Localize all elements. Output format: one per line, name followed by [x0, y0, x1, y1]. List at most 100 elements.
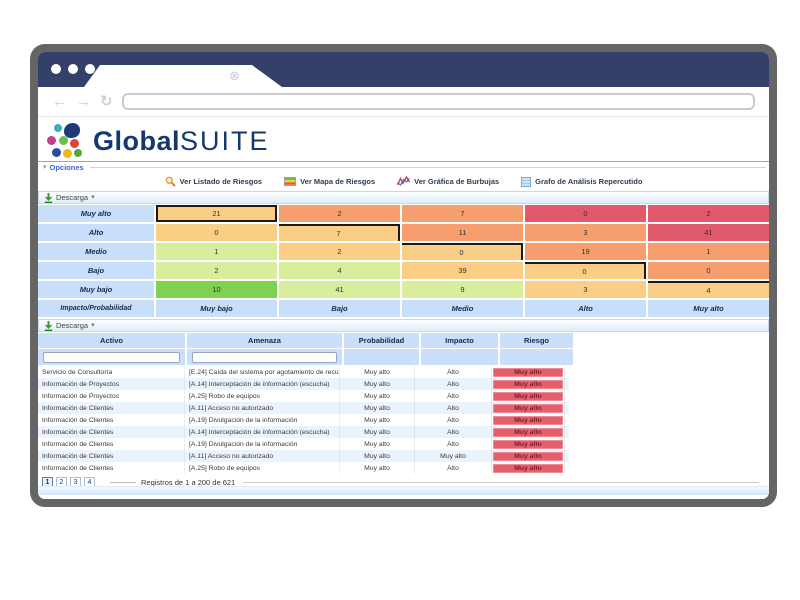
matrix-cell[interactable]: 11 [402, 224, 523, 241]
table-download-button[interactable]: Descarga ▾ [44, 321, 95, 331]
table-cell: Muy alto [415, 450, 492, 462]
matrix-row-label: Medio [38, 243, 154, 260]
table-cell: Muy alto [340, 426, 415, 438]
matrix-cell[interactable]: 2 [279, 205, 400, 222]
matrix-cell[interactable]: 41 [648, 224, 769, 241]
table-cell: Muy alto [340, 390, 415, 402]
table-cell: Alto [415, 462, 492, 474]
tab-close-icon[interactable]: ⊗ [229, 68, 240, 84]
risk-badge: Muy alto [493, 380, 563, 389]
reload-button[interactable]: ↻ [100, 94, 113, 109]
table-row[interactable]: Servicio de Consultoría[E.24] Caída del … [38, 366, 569, 378]
matrix-cell[interactable]: 9 [402, 281, 523, 298]
table-cell: Alto [415, 414, 492, 426]
dropdown-caret-icon: ▾ [91, 194, 95, 201]
divider [243, 482, 759, 483]
browser-window: ⊗ ← → ↻ GlobalSUITE ▾ Opciones [30, 44, 777, 507]
matrix-cell[interactable]: 0 [156, 224, 277, 241]
matrix-cell[interactable]: 0 [525, 205, 646, 222]
link-ver-mapa-riesgos[interactable]: Ver Mapa de Riesgos [284, 177, 375, 186]
matrix-cell[interactable]: 41 [279, 281, 400, 298]
table-cell: Muy alto [492, 462, 565, 474]
table-cell: [E.24] Caída del sistema por agotamiento… [185, 366, 340, 378]
table-cell: Información de Clientes [38, 438, 185, 450]
window-controls [51, 64, 95, 74]
table-row[interactable]: Información de Proyectos[A.14] Intercept… [38, 378, 569, 390]
browser-chrome-bar: ⊗ [38, 52, 769, 87]
matrix-cell[interactable]: 2 [648, 205, 769, 222]
amenaza-filter-input[interactable] [192, 352, 336, 363]
bubble-chart-icon [397, 176, 410, 187]
matrix-row-label: Alto [38, 224, 154, 241]
table-cell: Información de Clientes [38, 426, 185, 438]
matrix-corner-label: Impacto/Probabilidad [38, 300, 154, 317]
risk-map-icon [284, 177, 296, 186]
link-ver-grafica-burbujas[interactable]: Ver Gráfica de Burbujas [397, 176, 499, 187]
matrix-cell[interactable]: 1 [648, 243, 769, 260]
table-cell: Muy alto [492, 426, 565, 438]
column-header-impacto[interactable]: Impacto [421, 333, 498, 348]
table-row[interactable]: Información de Proyectos[A.25] Robo de e… [38, 390, 569, 402]
table-cell: [A.11] Acceso no autorizado [185, 402, 340, 414]
table-cell: Muy alto [492, 414, 565, 426]
table-row[interactable]: Información de Clientes[A.25] Robo de eq… [38, 462, 569, 474]
table-cell: Alto [415, 402, 492, 414]
matrix-cell[interactable]: 19 [525, 243, 646, 260]
matrix-row-label: Muy alto [38, 205, 154, 222]
activo-filter-input[interactable] [43, 352, 180, 363]
matrix-cell[interactable]: 4 [648, 281, 769, 298]
link-grafo-analisis-repercutido[interactable]: Grafo de Análisis Repercutido [521, 177, 642, 187]
table-cell: Información de Proyectos [38, 390, 185, 402]
table-cell: Muy alto [492, 450, 565, 462]
column-header-probabilidad[interactable]: Probabilidad [344, 333, 419, 348]
collapse-caret-icon[interactable]: ▾ [43, 164, 47, 171]
matrix-cell[interactable]: 7 [402, 205, 523, 222]
table-cell: Muy alto [492, 366, 565, 378]
matrix-cell[interactable]: 0 [402, 243, 523, 260]
forward-button[interactable]: → [76, 94, 91, 109]
table-cell: Alto [415, 426, 492, 438]
table-row[interactable]: Información de Clientes[A.19] Divulgació… [38, 438, 569, 450]
link-ver-listado-riesgos[interactable]: Ver Listado de Riesgos [165, 176, 263, 187]
column-header-amenaza[interactable]: Amenaza [187, 333, 342, 348]
risk-badge: Muy alto [493, 440, 563, 449]
matrix-cell[interactable]: 4 [279, 262, 400, 279]
matrix-cell[interactable]: 3 [525, 224, 646, 241]
options-label[interactable]: Opciones [50, 163, 84, 172]
url-input[interactable] [122, 93, 755, 110]
table-cell: [A.14] Interceptación de información (es… [185, 426, 340, 438]
matrix-cell[interactable]: 3 [525, 281, 646, 298]
matrix-col-label: Muy bajo [156, 300, 277, 317]
matrix-cell[interactable]: 2 [156, 262, 277, 279]
filter-cell [421, 349, 498, 365]
table-cell: [A.19] Divulgación de la información [185, 414, 340, 426]
table-cell: Muy alto [340, 462, 415, 474]
table-row[interactable]: Información de Clientes[A.11] Acceso no … [38, 450, 569, 462]
back-button[interactable]: ← [52, 94, 67, 109]
risk-badge: Muy alto [493, 452, 563, 461]
matrix-cell[interactable]: 0 [525, 262, 646, 279]
risk-badge: Muy alto [493, 416, 563, 425]
browser-tab[interactable]: ⊗ [84, 65, 282, 87]
matrix-cell[interactable]: 10 [156, 281, 277, 298]
table-cell: Información de Proyectos [38, 378, 185, 390]
table-cell: Muy alto [492, 390, 565, 402]
column-header-activo[interactable]: Activo [38, 333, 185, 348]
table-row[interactable]: Información de Clientes[A.19] Divulgació… [38, 414, 569, 426]
matrix-col-label: Medio [402, 300, 523, 317]
matrix-cell[interactable]: 39 [402, 262, 523, 279]
matrix-cell[interactable]: 1 [156, 243, 277, 260]
risk-table-header: Activo Amenaza Probabilidad Impacto Ries… [38, 333, 569, 365]
matrix-download-button[interactable]: Descarga ▾ [44, 193, 95, 203]
window-dot-icon [51, 64, 61, 74]
matrix-cell[interactable]: 7 [279, 224, 400, 241]
table-cell: Muy alto [340, 438, 415, 450]
table-row[interactable]: Información de Clientes[A.14] Intercepta… [38, 426, 569, 438]
column-header-riesgo[interactable]: Riesgo [500, 333, 573, 348]
matrix-cell[interactable]: 2 [279, 243, 400, 260]
table-row[interactable]: Información de Clientes[A.11] Acceso no … [38, 402, 569, 414]
window-dot-icon [85, 64, 95, 74]
matrix-cell[interactable]: 21 [156, 205, 277, 222]
matrix-cell[interactable]: 0 [648, 262, 769, 279]
app-title: GlobalSUITE [93, 128, 270, 155]
